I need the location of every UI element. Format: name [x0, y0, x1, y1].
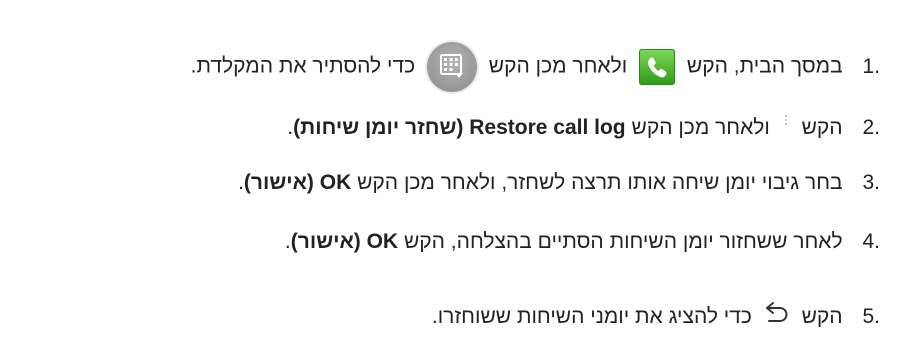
step-1: .1 במסך הבית, הקש ולאחר מכן הקש כדי להסת…	[6, 42, 880, 92]
step-bold-text: OK (אישור)	[290, 230, 399, 253]
step-number: .1	[862, 54, 880, 78]
menu-icon	[780, 114, 792, 142]
step-text: ולאחר מכן הקש	[631, 116, 770, 139]
step-bold-text: Restore call log (שחזר יומן שיחות)	[293, 116, 626, 139]
step-text: לאחר ששחזור יומן השיחות הסתיים בהצלחה, ה…	[403, 230, 843, 253]
step-text: כדי להסתיר את המקלדת.	[190, 54, 416, 78]
step-5: .5 הקש כדי להציג את יומני השיחות ששוחזרו…	[6, 297, 880, 337]
step-text: במסך הבית, הקש	[686, 54, 843, 78]
step-2: .2 הקש ולאחר מכן הקש Restore call log (ש…	[6, 108, 880, 148]
step-text: הקש	[801, 116, 843, 139]
step-number: .2	[862, 116, 880, 139]
step-text: כדי להציג את יומני השיחות ששוחזרו.	[431, 305, 752, 328]
step-bold-text: OK (אישור)	[243, 171, 352, 194]
back-icon	[764, 299, 790, 325]
step-text: הקש	[801, 305, 843, 328]
step-4: .4 לאחר ששחזור יומן השיחות הסתיים בהצלחה…	[6, 222, 880, 262]
step-number: .4	[862, 230, 880, 253]
step-number: .3	[862, 171, 880, 194]
step-3: .3 בחר גיבוי יומן שיחה אותו תרצה לשחזר, …	[6, 163, 880, 203]
keypad-hide-icon	[426, 42, 477, 92]
step-text: ולאחר מכן הקש	[488, 54, 628, 78]
step-number: .5	[862, 305, 880, 328]
step-text: בחר גיבוי יומן שיחה אותו תרצה לשחזר, ולא…	[357, 171, 843, 194]
phone-icon	[639, 49, 676, 85]
